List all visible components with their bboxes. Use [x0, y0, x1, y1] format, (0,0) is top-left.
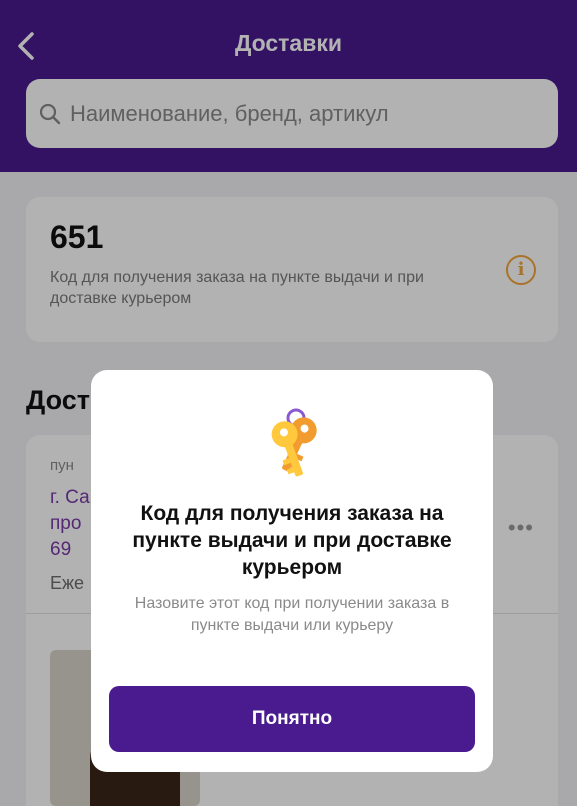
info-dialog: Код для получения заказа на пункте выдач… [91, 370, 493, 772]
keys-icon [271, 408, 317, 477]
dialog-text: Назовите этот код при получении заказа в… [134, 595, 450, 634]
ok-button[interactable]: Понятно [109, 686, 475, 752]
dialog-title: Код для получения заказа на пункте выдач… [132, 502, 452, 579]
